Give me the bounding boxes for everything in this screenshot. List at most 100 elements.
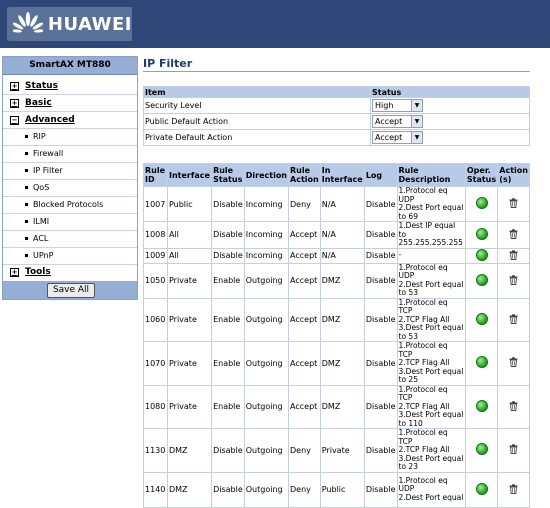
chevron-down-icon: ▼ xyxy=(411,132,422,143)
private-default-action-select[interactable]: Accept ▼ xyxy=(372,131,423,144)
status-ok-icon xyxy=(475,399,488,412)
cell-in-interface: N/A xyxy=(319,186,365,222)
cell-status: Enable xyxy=(211,341,245,386)
cell-log: Disable xyxy=(363,341,398,386)
cell-oper-status xyxy=(464,471,499,508)
cell-oper-status xyxy=(464,297,499,342)
cell-interface: All xyxy=(166,247,213,264)
delete-icon[interactable] xyxy=(509,483,518,494)
cell-direction: Outgoing xyxy=(243,428,290,473)
huawei-petal-icon xyxy=(13,12,43,33)
sidebar-item-tools[interactable]: + Tools xyxy=(10,267,51,277)
cell-log: Disable xyxy=(363,262,398,299)
sidebar: SmartAX MT880 + Status + Basic − Advance… xyxy=(2,56,138,300)
delete-icon[interactable] xyxy=(509,249,518,260)
cell-status: Enable xyxy=(211,262,245,299)
sidebar-item-acl[interactable]: ACL xyxy=(25,234,48,243)
cell-action: Accept xyxy=(288,247,321,264)
sidebar-item-ip-filter[interactable]: IP Filter xyxy=(25,166,63,175)
column-header: Item xyxy=(143,86,371,98)
column-header: Action (s) xyxy=(497,163,530,187)
bullet-icon xyxy=(25,186,28,189)
delete-icon[interactable] xyxy=(509,229,518,239)
description-line: 1.Protocol eq UDP xyxy=(398,475,448,494)
sidebar-item-blocked-protocols[interactable]: Blocked Protocols xyxy=(25,200,103,209)
delete-icon[interactable] xyxy=(509,444,518,455)
divider xyxy=(3,247,137,248)
sidebar-item-label: Advanced xyxy=(25,115,75,125)
cell-direction: Incoming xyxy=(243,186,290,222)
divider xyxy=(3,94,137,95)
cell-direction: Outgoing xyxy=(243,384,290,429)
sidebar-item-upnp[interactable]: UPnP xyxy=(25,251,53,260)
column-header: Rule Description xyxy=(396,163,466,187)
sidebar-item-rip[interactable]: RIP xyxy=(25,132,46,141)
cell-action: Deny xyxy=(288,428,321,473)
divider xyxy=(3,213,137,214)
cell-interface: Public xyxy=(166,186,213,222)
divider xyxy=(3,162,137,163)
column-header: Rule Action xyxy=(288,163,321,187)
delete-icon[interactable] xyxy=(509,314,518,324)
sidebar-item-advanced[interactable]: − Advanced xyxy=(10,115,75,125)
cell-direction: Outgoing xyxy=(243,297,290,342)
chevron-down-icon: ▼ xyxy=(411,116,422,127)
setting-label: Private Default Action xyxy=(143,129,371,146)
cell-status: Enable xyxy=(211,297,245,342)
cell-interface: Private xyxy=(166,384,213,429)
column-header: Rule ID xyxy=(143,163,168,187)
expand-icon[interactable]: + xyxy=(10,98,19,108)
settings-table: Item Status Security Level High ▼ Public … xyxy=(143,86,530,146)
cell-log: Disable xyxy=(363,221,398,249)
cell-actions xyxy=(497,428,530,473)
cell-interface: Private xyxy=(166,341,213,386)
expand-icon[interactable]: + xyxy=(10,267,19,277)
collapse-icon[interactable]: − xyxy=(10,115,19,125)
description-line: 2.Dest Port equal xyxy=(398,492,464,502)
cell-id: 1130 xyxy=(143,428,168,473)
cell-log: Disable xyxy=(363,297,398,342)
expand-icon[interactable]: + xyxy=(10,81,19,91)
cell-in-interface: DMZ xyxy=(319,297,365,342)
sidebar-item-label: Basic xyxy=(25,98,52,108)
cell-description: 1.Protocol eq TCP 2.TCP Flag All 3.Dest Po… xyxy=(396,297,466,342)
table-row: 1130 DMZ Disable Outgoing Deny Private Disable… xyxy=(143,428,530,473)
cell-actions xyxy=(497,297,530,342)
table-row: 1007 Public Disable Incoming Deny N/A Disable 1… xyxy=(143,186,530,222)
cell-status: Disable xyxy=(211,428,245,473)
cell-id: 1050 xyxy=(143,262,168,299)
cell-in-interface: N/A xyxy=(319,247,365,264)
delete-icon[interactable] xyxy=(509,274,518,285)
cell-description: 1.Protocol eq UDP 2.Dest Port equal to 53 xyxy=(396,262,466,299)
sidebar-item-label: Tools xyxy=(25,267,51,277)
public-default-action-select[interactable]: Accept ▼ xyxy=(372,115,423,128)
sidebar-item-status[interactable]: + Status xyxy=(10,81,58,91)
cell-status: Disable xyxy=(211,247,245,264)
delete-icon[interactable] xyxy=(509,198,518,208)
description-line: 3.Dest Port equal to 53 xyxy=(398,323,464,341)
cell-oper-status xyxy=(464,262,499,299)
column-header: Log xyxy=(363,163,398,187)
security-level-select[interactable]: High ▼ xyxy=(372,99,423,112)
cell-direction: Incoming xyxy=(243,221,290,249)
sidebar-item-ilmi[interactable]: ILMI xyxy=(25,217,49,226)
status-ok-icon xyxy=(475,273,488,286)
sidebar-item-qos[interactable]: QoS xyxy=(25,183,49,192)
divider xyxy=(3,111,137,112)
cell-actions xyxy=(497,186,530,222)
description-line: - xyxy=(398,250,402,260)
cell-id: 1060 xyxy=(143,297,168,342)
setting-label: Security Level xyxy=(143,97,371,114)
delete-icon[interactable] xyxy=(509,401,518,411)
divider xyxy=(3,264,137,265)
cell-id: 1007 xyxy=(143,186,168,222)
cell-interface: Private xyxy=(166,262,213,299)
sidebar-item-firewall[interactable]: Firewall xyxy=(25,149,63,158)
table-row: 1080 Private Enable Outgoing Accept DMZ Disabl… xyxy=(143,384,530,429)
cell-oper-status xyxy=(464,221,499,249)
sidebar-item-basic[interactable]: + Basic xyxy=(10,98,52,108)
save-all-button[interactable]: Save All xyxy=(47,283,95,298)
bullet-icon xyxy=(25,220,28,223)
delete-icon[interactable] xyxy=(509,357,518,368)
divider xyxy=(3,179,137,180)
